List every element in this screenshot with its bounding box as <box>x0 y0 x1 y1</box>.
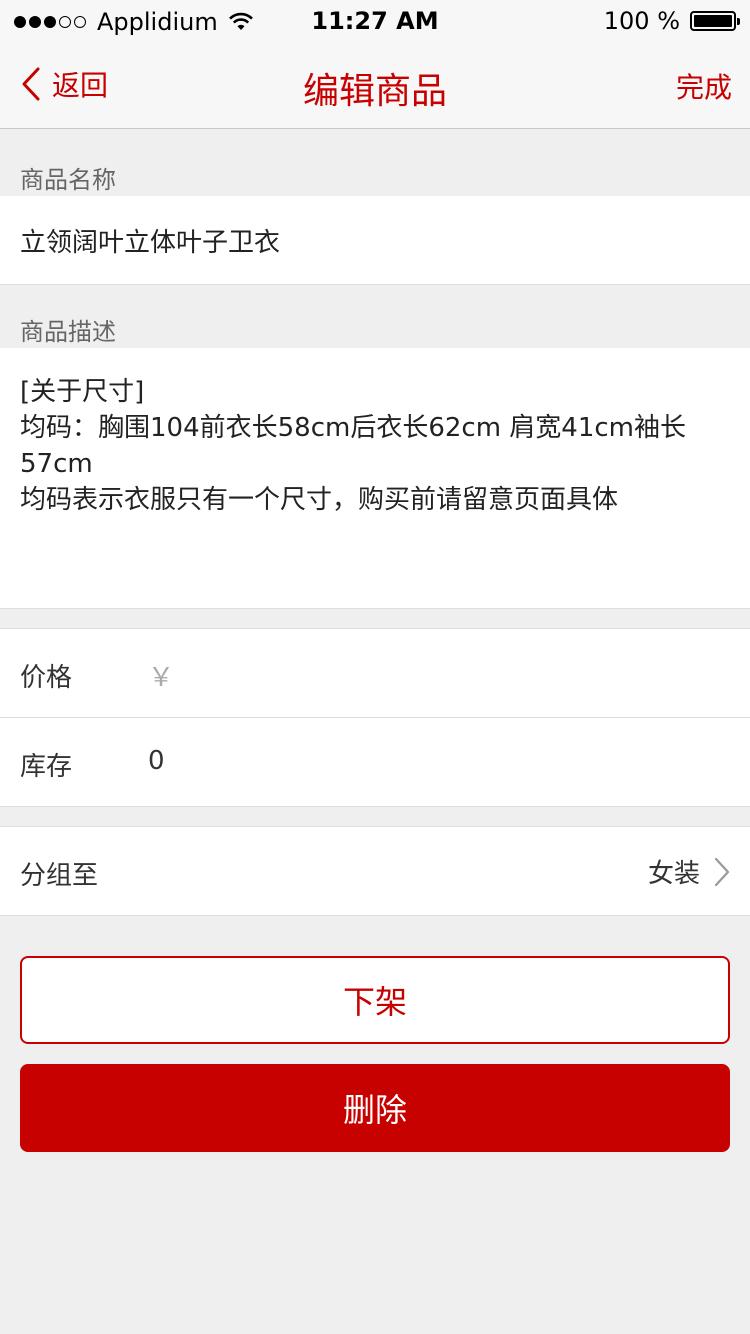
page-title: 编辑商品 <box>302 71 447 112</box>
divider <box>0 284 750 285</box>
stock-row[interactable]: 库存 0 <box>0 718 750 806</box>
group-value: 女装 <box>647 859 700 889</box>
stock-label: 库存 <box>20 752 73 782</box>
unlist-button[interactable]: 下架 <box>20 956 730 1044</box>
battery-icon <box>690 11 740 31</box>
group-selector[interactable]: 女装 <box>648 853 730 890</box>
description-section-label: 商品描述 <box>20 318 116 346</box>
divider <box>0 806 750 807</box>
name-section-label: 商品名称 <box>20 166 116 194</box>
done-button[interactable]: 完成 <box>676 66 732 106</box>
battery-percent: 100 % <box>603 7 680 35</box>
stock-input[interactable]: 0 <box>148 746 165 776</box>
description-value: [关于尺寸] 均码：胸围104前衣长58cm后衣长62cm 肩宽41cm袖长57… <box>20 377 687 515</box>
chevron-right-icon <box>714 857 730 886</box>
status-bar: Applidium 11:27 AM 100 % <box>0 0 750 44</box>
group-row[interactable]: 分组至 女装 <box>0 827 750 915</box>
divider <box>0 915 750 916</box>
description-field[interactable]: [关于尺寸] 均码：胸围104前衣长58cm后衣长62cm 肩宽41cm袖长57… <box>0 348 750 608</box>
price-input[interactable]: ￥ <box>148 657 174 694</box>
group-label: 分组至 <box>20 861 99 891</box>
price-row[interactable]: 价格 ￥ <box>0 629 750 717</box>
delete-button[interactable]: 删除 <box>20 1064 730 1152</box>
status-right: 100 % <box>603 7 740 35</box>
navigation-bar: 返回 编辑商品 完成 <box>0 44 750 129</box>
name-value: 立领阔叶立体叶子卫衣 <box>20 228 281 258</box>
price-label: 价格 <box>20 663 73 693</box>
name-field[interactable]: 立领阔叶立体叶子卫衣 <box>0 196 750 284</box>
divider <box>0 608 750 609</box>
